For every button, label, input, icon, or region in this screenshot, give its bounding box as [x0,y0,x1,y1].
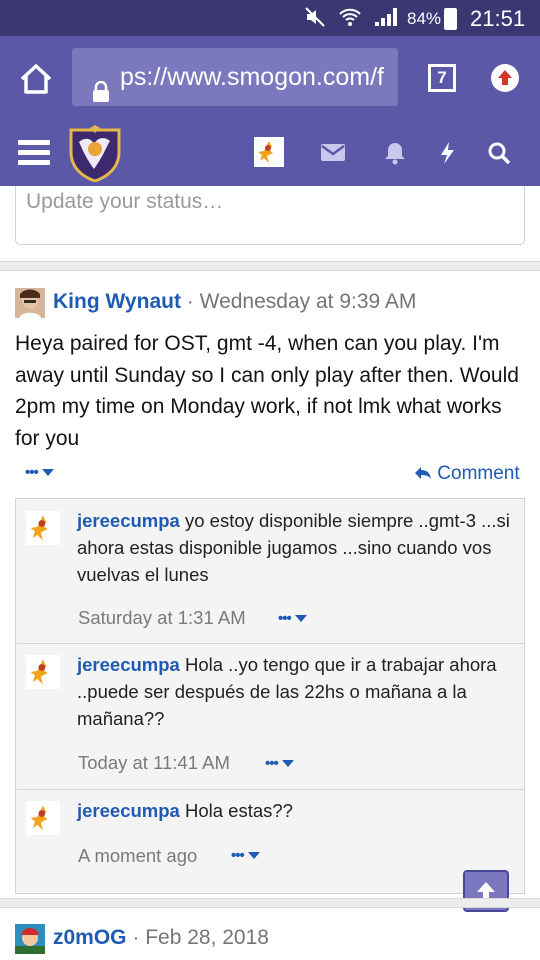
inbox-icon[interactable] [320,141,346,169]
browser-toolbar: ps://www.smogon.com/f 7 [0,36,540,120]
chevron-down-icon [281,760,294,768]
post-time[interactable]: Feb 28, 2018 [145,926,269,949]
comment-text: jereecumpa yo estoy disponible siempre .… [77,507,517,588]
mute-icon [304,6,326,34]
url-field[interactable]: ps://www.smogon.com/f [72,48,398,106]
author-avatar[interactable] [15,288,45,318]
lock-icon [92,66,110,102]
search-icon[interactable] [487,141,511,171]
comment-message: Hola estas?? [184,800,293,821]
comment-divider [17,643,525,644]
bell-icon[interactable] [383,141,407,171]
comment-button[interactable]: Comment [414,463,520,485]
menu-icon[interactable] [18,140,50,166]
post-header: z0mOG · Feb 28, 2018 [53,926,269,950]
update-icon[interactable] [491,64,519,92]
post-time[interactable]: Wednesday at 9:39 AM [200,290,417,313]
comment-more-menu[interactable]: ••• [265,755,294,773]
status-update-input[interactable]: Update your status… [15,186,525,245]
clock: 21:51 [470,6,526,31]
post-author[interactable]: King Wynaut [53,290,181,313]
more-dots-icon: ••• [278,610,292,627]
comment-text: jereecumpa Hola estas?? [77,797,517,824]
home-icon[interactable] [18,62,54,96]
more-dots-icon: ••• [25,464,39,481]
author-avatar[interactable] [15,924,45,954]
status-placeholder: Update your status… [26,190,224,213]
post-body: Heya paired for OST, gmt -4, when can yo… [15,332,519,450]
comment-time[interactable]: A moment ago [78,845,197,867]
comment-divider [17,789,525,790]
battery-percent: 84% [407,9,442,28]
comment-avatar[interactable] [26,511,60,545]
comment-author[interactable]: jereecumpa [77,654,180,675]
section-divider [0,898,540,908]
comment-time[interactable]: Today at 11:41 AM [78,752,230,774]
post-more-menu[interactable]: ••• [25,464,54,482]
comment-author[interactable]: jereecumpa [77,800,180,821]
comment-label: Comment [437,463,520,484]
more-dots-icon: ••• [231,847,245,864]
post-author[interactable]: z0mOG [53,926,127,949]
post-header: King Wynaut · Wednesday at 9:39 AM [53,290,416,314]
android-status-bar: 84% 21:51 [0,0,540,36]
comment-text: jereecumpa Hola ..yo tengo que ir a trab… [77,651,517,732]
lightning-icon[interactable] [438,141,456,171]
comment-avatar[interactable] [26,801,60,835]
comment-author[interactable]: jereecumpa [77,510,180,531]
chevron-down-icon [247,852,260,860]
more-dots-icon: ••• [265,755,279,772]
separator: · [180,290,200,313]
signal-icon [373,6,399,34]
smogon-logo[interactable] [68,124,122,183]
section-divider [0,261,540,271]
reply-icon [414,463,437,484]
battery-icon [444,8,457,30]
comment-time[interactable]: Saturday at 1:31 AM [78,607,246,629]
separator: · [126,926,146,949]
chevron-down-icon [41,469,54,477]
comment-avatar[interactable] [26,655,60,689]
comment-more-menu[interactable]: ••• [278,610,307,628]
wifi-icon [338,6,362,34]
chevron-down-icon [294,615,307,623]
tab-switcher-button[interactable]: 7 [428,64,456,92]
user-avatar[interactable] [254,137,284,167]
url-text: ps://www.smogon.com/f [120,63,384,91]
comment-more-menu[interactable]: ••• [231,847,260,865]
